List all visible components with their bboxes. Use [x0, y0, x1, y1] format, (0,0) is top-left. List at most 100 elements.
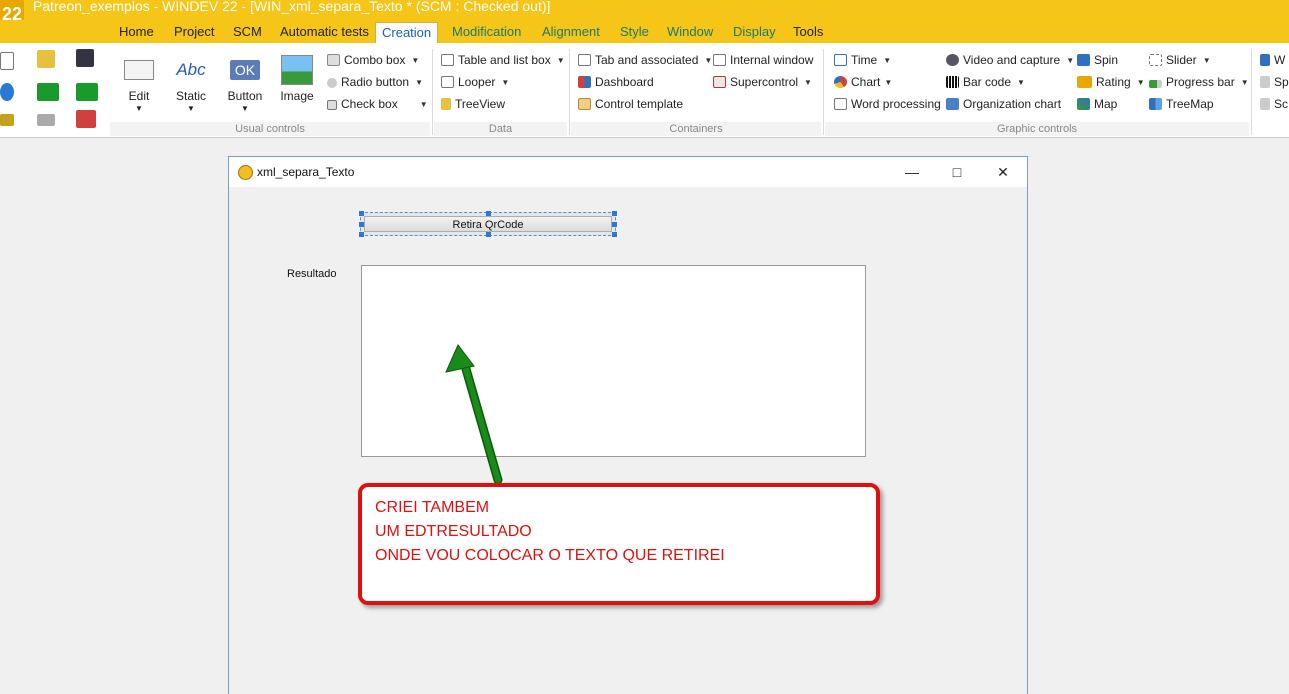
resize-handle[interactable] — [612, 222, 617, 227]
word-processing-icon — [834, 98, 847, 110]
combo-box-item[interactable]: Combo box ▼ — [327, 51, 419, 69]
resize-handle[interactable] — [486, 232, 491, 237]
chart-item[interactable]: Chart ▼ — [834, 73, 892, 91]
resultado-label: Resultado — [287, 268, 337, 280]
w-item[interactable]: W — [1260, 51, 1285, 69]
static-control-button[interactable]: Abc Static ▼ — [168, 55, 214, 113]
slider-item[interactable]: Slider ▼ — [1149, 51, 1211, 69]
sp-item[interactable]: Sp — [1260, 73, 1289, 91]
go-icon[interactable] — [37, 83, 59, 101]
chevron-down-icon: ▼ — [187, 104, 195, 113]
resultado-edit-field[interactable] — [361, 265, 866, 457]
annotation-line: ONDE VOU COLOCAR O TEXTO QUE RETIREI — [375, 547, 725, 564]
map-item[interactable]: Map — [1077, 95, 1117, 113]
treemap-icon — [1149, 98, 1162, 110]
word-processing-item[interactable]: Word processing — [834, 95, 941, 113]
check-box-item[interactable]: Check box ▼ — [327, 95, 428, 113]
organization-chart-item[interactable]: Organization chart — [946, 95, 1061, 113]
template-icon — [578, 98, 591, 110]
pie-chart-icon — [834, 76, 847, 88]
chevron-down-icon: ▼ — [419, 100, 428, 109]
spin-item[interactable]: Spin — [1077, 51, 1118, 69]
gear-icon[interactable] — [0, 83, 14, 101]
annotation-line: UM EDTRESULTADO — [375, 523, 532, 540]
go-project-icon[interactable] — [76, 83, 98, 101]
tab-automatic-tests[interactable]: Automatic tests — [274, 22, 375, 43]
divider — [1251, 49, 1252, 135]
progress-bar-item[interactable]: Progress bar ▼ — [1149, 73, 1249, 91]
bar-code-item[interactable]: Bar code ▼ — [946, 73, 1025, 91]
chevron-down-icon: ▼ — [704, 56, 713, 65]
chevron-down-icon: ▼ — [1017, 78, 1025, 87]
open-folder-icon[interactable] — [37, 50, 55, 68]
hierarchy-icon[interactable] — [76, 110, 96, 128]
tab-window[interactable]: Window — [661, 22, 719, 43]
ribbon: Edit ▼ Abc Static ▼ OK Button ▼ Image Co… — [0, 43, 1289, 138]
camera-icon — [946, 54, 959, 66]
tab-style[interactable]: Style — [614, 22, 655, 43]
chevron-down-icon: ▼ — [804, 78, 812, 87]
static-icon: Abc — [176, 60, 206, 79]
video-capture-item[interactable]: Video and capture ▼ — [946, 51, 1074, 69]
tab-display[interactable]: Display — [727, 22, 782, 43]
treeview-item[interactable]: TreeView — [441, 95, 505, 113]
scroll-icon — [1260, 98, 1270, 110]
resize-handle[interactable] — [359, 232, 364, 237]
minimize-icon[interactable]: — — [897, 161, 927, 183]
radio-icon — [327, 78, 337, 88]
chevron-down-icon: ▼ — [556, 56, 565, 65]
slider-icon — [1149, 54, 1162, 66]
save-icon[interactable] — [76, 49, 94, 67]
image-control-button[interactable]: Image — [274, 55, 320, 103]
tab-scm[interactable]: SCM — [227, 22, 268, 43]
edit-icon — [124, 60, 154, 80]
chevron-down-icon: ▼ — [411, 56, 420, 65]
maximize-icon[interactable]: □ — [942, 161, 972, 183]
image-icon — [281, 55, 313, 85]
window-title: xml_separa_Texto — [257, 165, 355, 179]
title-bar: 22 Patreon_exemplos - WINDEV 22 - [WIN_x… — [0, 0, 1289, 28]
chevron-down-icon: ▼ — [135, 104, 143, 113]
resize-handle[interactable] — [486, 211, 491, 216]
undo-icon[interactable] — [0, 114, 14, 126]
resize-handle[interactable] — [359, 222, 364, 227]
spin-icon — [1077, 54, 1090, 66]
time-item[interactable]: Time ▼ — [834, 51, 891, 69]
chevron-down-icon: ▼ — [415, 78, 423, 87]
supercontrol-item[interactable]: Supercontrol ▼ — [713, 73, 812, 91]
tab-tools[interactable]: Tools — [787, 22, 829, 43]
tab-home[interactable]: Home — [113, 22, 160, 43]
new-file-icon[interactable] — [0, 52, 14, 70]
treemap-item[interactable]: TreeMap — [1149, 95, 1214, 113]
resize-handle[interactable] — [612, 211, 617, 216]
tab-modification[interactable]: Modification — [446, 22, 527, 43]
button-icon: OK — [230, 60, 260, 80]
divider — [823, 49, 824, 135]
internal-window-icon — [713, 54, 726, 66]
button-control-button[interactable]: OK Button ▼ — [222, 55, 268, 113]
table-icon — [441, 54, 454, 66]
retira-qrcode-button[interactable]: Retira QrCode — [359, 211, 617, 237]
checkbox-icon — [327, 100, 337, 110]
resize-handle[interactable] — [359, 211, 364, 216]
annotation-line: CRIEI TAMBEM — [375, 499, 490, 516]
internal-window-item[interactable]: Internal window — [713, 51, 813, 69]
edit-control-button[interactable]: Edit ▼ — [116, 55, 162, 113]
rating-item[interactable]: Rating ▼ — [1077, 73, 1145, 91]
tab-alignment[interactable]: Alignment — [536, 22, 606, 43]
redo-icon[interactable] — [37, 114, 55, 126]
supercontrol-icon — [713, 76, 726, 88]
chevron-down-icon: ▼ — [1136, 78, 1145, 87]
close-icon[interactable]: ✕ — [988, 161, 1018, 183]
looper-item[interactable]: Looper ▼ — [441, 73, 509, 91]
resize-handle[interactable] — [612, 232, 617, 237]
dashboard-item[interactable]: Dashboard — [578, 73, 654, 91]
radio-button-item[interactable]: Radio button ▼ — [327, 73, 423, 91]
tab-creation[interactable]: Creation — [375, 22, 439, 43]
control-template-item[interactable]: Control template — [578, 95, 683, 113]
table-list-item[interactable]: Table and list box ▼ — [441, 51, 565, 69]
sc-item[interactable]: Sc — [1260, 95, 1288, 113]
tab-project[interactable]: Project — [168, 22, 220, 43]
tab-associated-item[interactable]: Tab and associated ▼ — [578, 51, 712, 69]
barcode-icon — [946, 76, 959, 88]
